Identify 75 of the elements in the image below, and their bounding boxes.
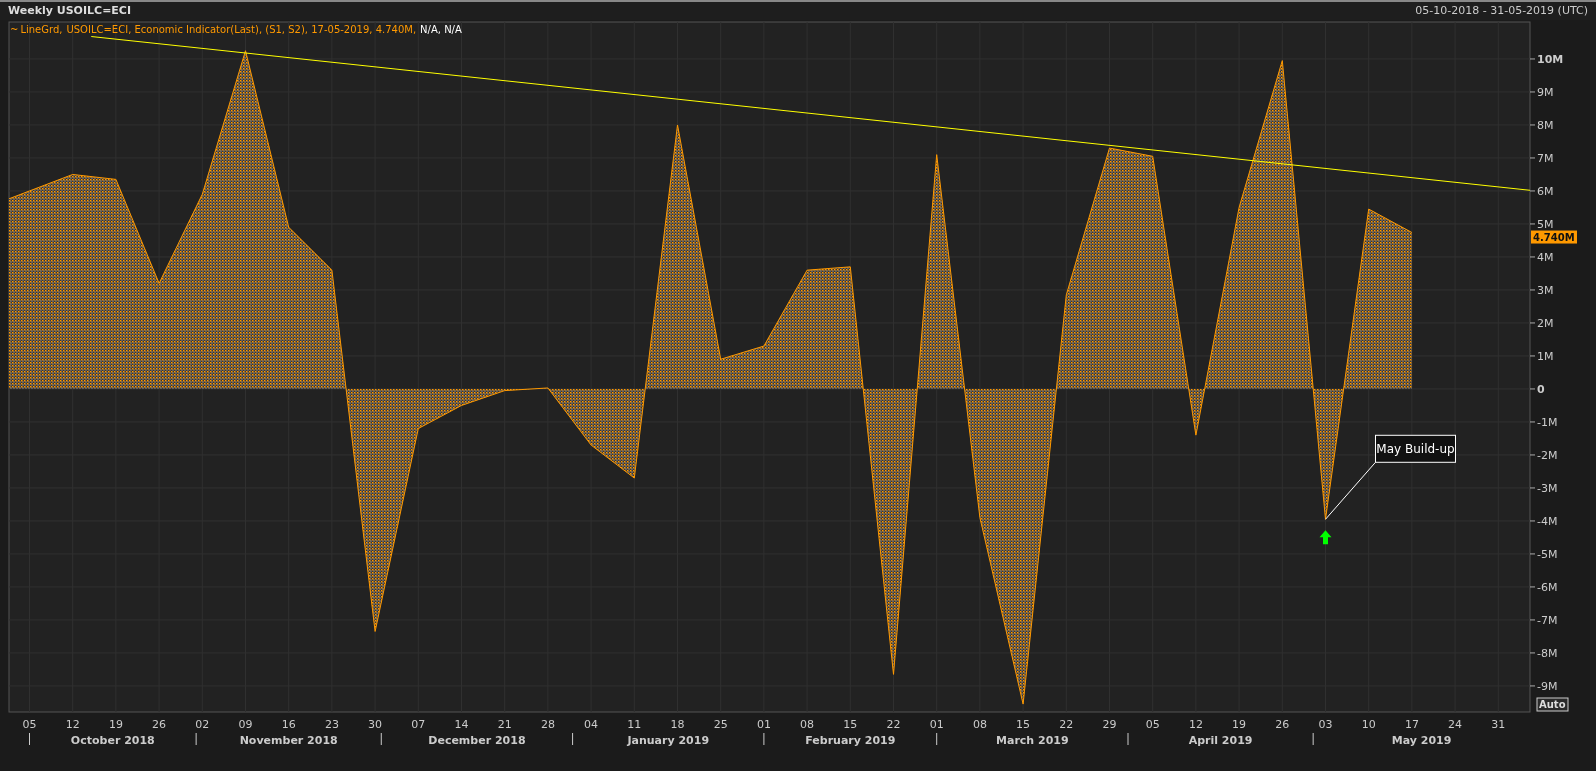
axis-label: -9M (1537, 679, 1558, 693)
axis-label: 8M (1537, 118, 1554, 132)
axis-label: 30 (368, 718, 383, 731)
month-label: January 2019 (627, 734, 710, 747)
axis-label: -3M (1537, 481, 1558, 495)
axis-label: 15 (1016, 718, 1031, 731)
axis-label: 07 (411, 718, 426, 731)
axis-label: 2M (1537, 316, 1554, 330)
axis-label: 01 (929, 718, 944, 731)
month-label: December 2018 (428, 734, 526, 747)
date-range: 05-10-2018 - 31-05-2019 (UTC) (1415, 2, 1588, 19)
axis-label: 25 (713, 718, 728, 731)
month-label: November 2018 (239, 734, 338, 747)
callout-label: May Build-up (1375, 434, 1456, 463)
axis-label: 16 (281, 718, 296, 731)
legend-extra-text: N/A, N/A (420, 23, 462, 37)
axis-label: 01 (756, 718, 771, 731)
axis-label: 24 (1448, 718, 1463, 731)
axis-label: 12 (1188, 718, 1203, 731)
axis-label: 04 (584, 718, 599, 731)
arrow-up-icon (1319, 530, 1332, 545)
axis-label: 08 (972, 718, 987, 731)
axis-label: -4M (1537, 514, 1558, 528)
axis-label: 9M (1537, 85, 1554, 99)
axis-label: -1M (1537, 415, 1558, 429)
axis-label: -5M (1537, 547, 1558, 561)
axis-label: 5M (1537, 217, 1554, 231)
axis-label: 19 (108, 718, 123, 731)
axis-label: 10 (1361, 718, 1376, 731)
axis-label: 21 (497, 718, 512, 731)
axis-label: 22 (1059, 718, 1074, 731)
legend-line-icon: ~ (10, 23, 19, 37)
axis-label: 12 (65, 718, 80, 731)
axis-label: 23 (324, 718, 339, 731)
axis-label: 31 (1491, 718, 1506, 731)
axis-label: 3M (1537, 283, 1554, 297)
axis-label: 14 (454, 718, 469, 731)
axis-label: 4M (1537, 250, 1554, 264)
legend-prefix-text: LineGrd, (20, 23, 63, 37)
axis-label: 7M (1537, 151, 1554, 165)
axis-label: 17 (1404, 718, 1419, 731)
leader-line (1325, 461, 1376, 520)
axis-label: 09 (238, 718, 253, 731)
axis-label: 05 (1145, 718, 1160, 731)
month-label: May 2019 (1391, 734, 1452, 747)
month-label: March 2019 (996, 734, 1069, 747)
window-title: Weekly USOILC=ECI (8, 2, 132, 19)
axis-label: 0 (1537, 382, 1545, 396)
axis-label: 29 (1102, 718, 1117, 731)
axis-label: 03 (1318, 718, 1333, 731)
axis-label: 08 (800, 718, 815, 731)
axis-label: 28 (540, 718, 555, 731)
axis-label: 1M (1537, 349, 1554, 363)
axis-label: 02 (195, 718, 210, 731)
axis-label: -7M (1537, 613, 1558, 627)
axis-label: 15 (843, 718, 858, 731)
axis-label: 10M (1537, 52, 1564, 66)
axis-label: 26 (152, 718, 167, 731)
axis-label: 11 (627, 718, 642, 731)
month-label: February 2019 (805, 734, 896, 747)
axis-label: 6M (1537, 184, 1554, 198)
axis-label: 19 (1232, 718, 1247, 731)
axis-label: 22 (886, 718, 901, 731)
month-label: April 2019 (1188, 734, 1253, 747)
auto-button[interactable]: Auto (1536, 697, 1569, 712)
axis-label: -2M (1537, 448, 1558, 462)
axis-label: 18 (670, 718, 685, 731)
axis-label: -8M (1537, 646, 1558, 660)
annotation: May Build-up (1376, 442, 1455, 457)
legend-details-text: , Economic Indicator(Last), (S1, S2), 17-05-2019, 4.740M, (128, 23, 417, 37)
value-tag: 4.740M (1531, 230, 1577, 244)
axis-label: 26 (1275, 718, 1290, 731)
axis-label: 05 (22, 718, 37, 731)
axis-label: -6M (1537, 580, 1558, 594)
month-label: October 2018 (70, 734, 155, 747)
